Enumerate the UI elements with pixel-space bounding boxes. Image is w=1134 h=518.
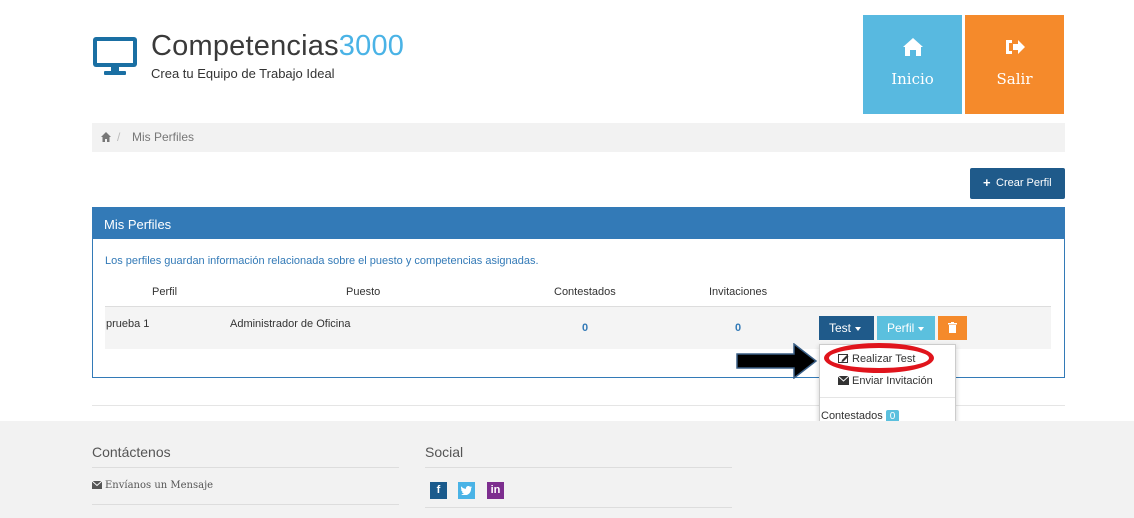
breadcrumb: / Mis Perfiles (92, 123, 1065, 152)
twitter-icon[interactable] (458, 482, 475, 499)
trash-icon (948, 322, 957, 333)
envelope-icon (92, 481, 102, 489)
social-heading: Social (425, 444, 464, 460)
breadcrumb-current: Mis Perfiles (132, 130, 195, 144)
cell-perfil: prueba 1 (106, 318, 150, 330)
plus-icon: + (983, 175, 991, 190)
footer-divider (425, 467, 732, 468)
table-row: prueba 1 Administrador de Oficina 0 0 Te… (105, 307, 1051, 349)
contact-message-link[interactable]: Envíanos un Mensaje (92, 480, 213, 491)
perfil-button-label: Perfil (887, 321, 915, 335)
test-dropdown-button[interactable]: Test (819, 316, 874, 340)
envelope-icon (838, 376, 849, 385)
home-icon[interactable] (100, 131, 112, 143)
edit-icon (838, 354, 849, 363)
delete-button[interactable] (938, 316, 967, 340)
menu-item-enviar-invitacion[interactable]: Enviar Invitación (838, 375, 933, 387)
facebook-icon[interactable]: f (430, 482, 447, 499)
footer: Contáctenos Social Envíanos un Mensaje f… (0, 421, 1134, 518)
menu-item-realizar-test[interactable]: Realizar Test (838, 353, 915, 365)
breadcrumb-separator: / (117, 130, 121, 144)
inicio-label: Inicio (891, 70, 934, 88)
brand-subtitle: Crea tu Equipo de Trabajo Ideal (151, 66, 335, 81)
linkedin-icon[interactable]: in (487, 482, 504, 499)
footer-divider (425, 507, 732, 508)
test-dropdown-menu: Realizar Test Enviar Invitación Contesta… (819, 344, 956, 432)
test-button-label: Test (829, 321, 852, 335)
menu-divider (820, 397, 955, 398)
monitor-icon (93, 37, 137, 75)
arrow-right-icon (736, 343, 818, 379)
contact-message-label: Envíanos un Mensaje (105, 480, 214, 491)
crear-perfil-label: Crear Perfil (996, 177, 1052, 189)
footer-divider (92, 504, 399, 505)
panel-description: Los perfiles guardan información relacio… (105, 255, 539, 267)
chevron-down-icon (918, 326, 925, 331)
column-header-puesto: Puesto (346, 286, 381, 298)
brand-title: Competencias3000 (151, 30, 405, 62)
home-icon (903, 38, 923, 56)
column-header-perfil: Perfil (152, 286, 178, 298)
cell-puesto: Administrador de Oficina (230, 318, 351, 330)
contact-heading: Contáctenos (92, 444, 171, 460)
perfil-dropdown-button[interactable]: Perfil (877, 316, 935, 340)
menu-item-label: Realizar Test (852, 353, 916, 365)
cell-invitaciones[interactable]: 0 (735, 322, 741, 334)
cell-contestados[interactable]: 0 (582, 322, 588, 334)
chevron-down-icon (855, 326, 862, 331)
sign-out-icon (1006, 40, 1025, 54)
panel-header: Mis Perfiles (93, 208, 1064, 239)
inicio-button[interactable]: Inicio (863, 15, 962, 114)
panel-title: Mis Perfiles (104, 217, 172, 232)
salir-label: Salir (996, 70, 1033, 88)
column-header-contestados: Contestados (554, 286, 616, 298)
salir-button[interactable]: Salir (965, 15, 1064, 114)
column-header-invitaciones: Invitaciones (709, 286, 768, 298)
menu-item-label: Enviar Invitación (852, 375, 933, 387)
crear-perfil-button[interactable]: + Crear Perfil (970, 168, 1065, 199)
footer-divider (92, 467, 399, 468)
